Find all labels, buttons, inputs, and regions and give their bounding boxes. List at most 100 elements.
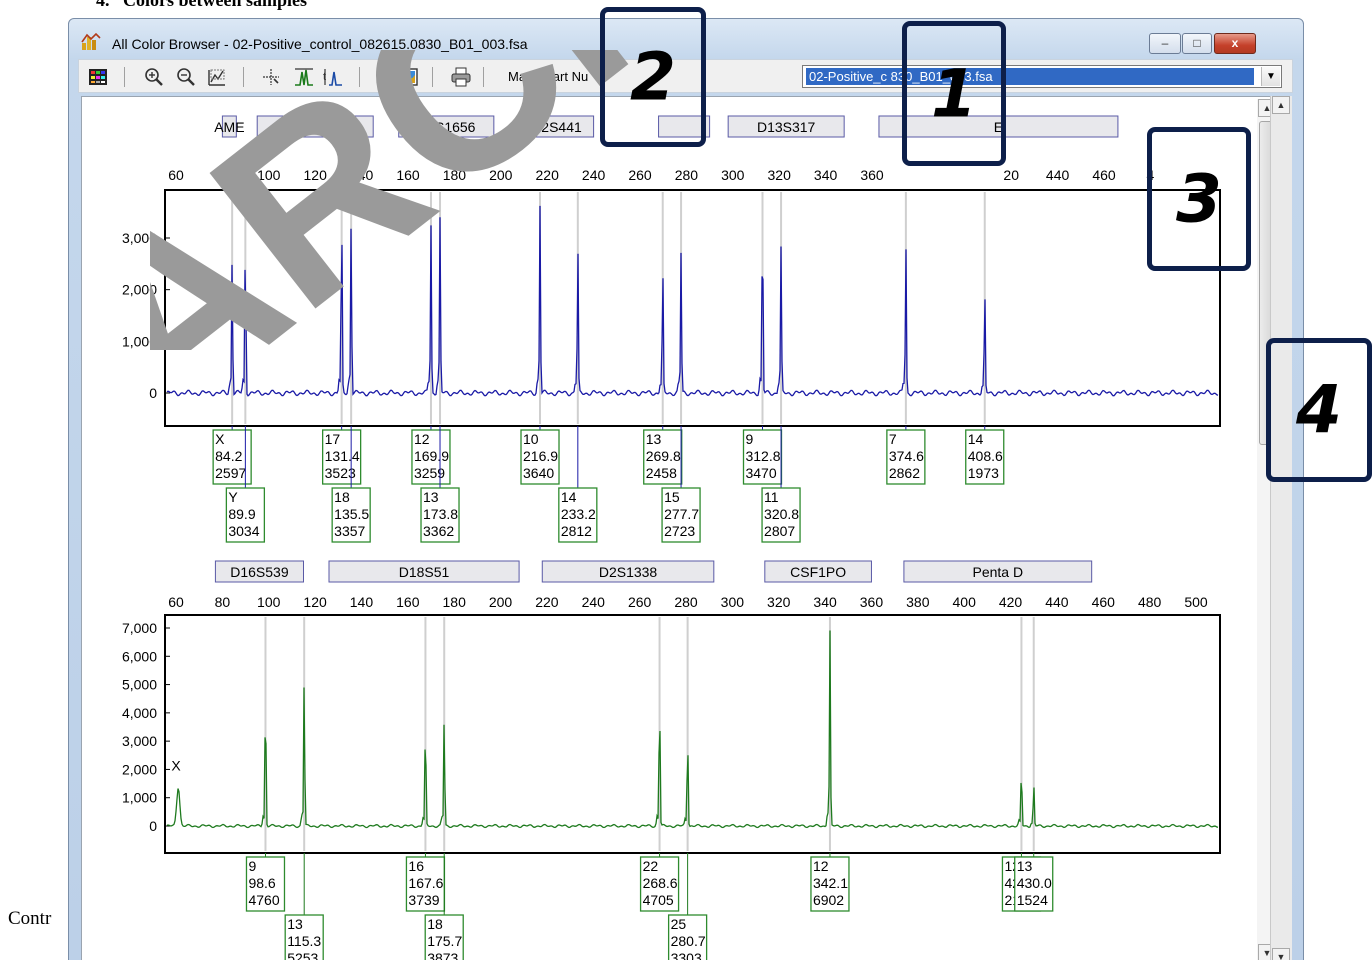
maximize-button[interactable]: □ — [1182, 33, 1212, 54]
peak-height: 3259 — [414, 465, 445, 481]
peak-size: 312.8 — [745, 448, 780, 464]
y-tick-label: 1,000 — [122, 790, 157, 806]
y-tick-label: 4,000 — [122, 705, 157, 721]
peak-height: 2807 — [764, 523, 795, 539]
x-tick-label: 140 — [350, 167, 374, 183]
locus-marker-label: D3S1358 — [286, 119, 345, 135]
peak-allele: 9 — [248, 858, 256, 874]
toolbar-separator — [243, 67, 244, 87]
peak-allele: 13 — [423, 489, 439, 505]
peak-size: 277.7 — [664, 506, 699, 522]
x-tick-label: 60 — [168, 594, 184, 610]
y-tick-label: 6,000 — [122, 648, 157, 664]
document-heading: 4. Colors between samples — [96, 0, 307, 10]
color-grid-icon[interactable] — [87, 66, 109, 88]
x-tick-label: 80 — [215, 167, 231, 183]
peak-height: 2458 — [646, 465, 677, 481]
y-tick-label: 3,000 — [122, 733, 157, 749]
x-tick-label: 380 — [906, 594, 930, 610]
peak-height: 3470 — [745, 465, 776, 481]
x-tick-label: 240 — [582, 594, 606, 610]
peak-size: 175.7 — [427, 933, 462, 949]
y-tick-label: 2,000 — [122, 282, 157, 298]
blue-dye-panel: AME D3S1358 D1S1656 D2S441 D13S317 E60 80 100 12… — [122, 115, 1221, 543]
x-tick-label: 400 — [953, 594, 977, 610]
x-tick-label: 360 — [860, 594, 884, 610]
x-tick-label: 280 — [674, 594, 698, 610]
x-tick-label: 160 — [396, 167, 420, 183]
peak-height: 2862 — [889, 465, 920, 481]
peak-size: 173.8 — [423, 506, 458, 522]
window-scrollbar[interactable]: ▲ ▼ — [1270, 96, 1292, 960]
scroll-up-icon[interactable]: ▲ — [1272, 96, 1290, 114]
export-image-icon[interactable] — [397, 66, 419, 88]
x-tick-label: 120 — [304, 167, 328, 183]
peak-size: 89.9 — [228, 506, 255, 522]
chevron-down-icon[interactable]: ▼ — [1261, 67, 1280, 86]
annotation-label: 2 — [630, 38, 676, 116]
peak-height: 3034 — [228, 523, 259, 539]
peak-height: 1524 — [1017, 892, 1048, 908]
locus-marker-label: Penta D — [972, 564, 1023, 580]
peak-allele: 22 — [643, 858, 659, 874]
peak-height: 3357 — [334, 523, 365, 539]
peak-size: 131.4 — [325, 448, 360, 464]
locus-marker-label: D13S317 — [757, 119, 816, 135]
x-tick-label: 100 — [257, 594, 281, 610]
window-title: All Color Browser - 02-Positive_control_… — [112, 36, 528, 52]
y-tick-label: 3,000 — [122, 230, 157, 246]
peak-size: 342.1 — [813, 875, 848, 891]
x-tick-label: 500 — [1184, 594, 1208, 610]
peak-size: 167.6 — [408, 875, 443, 891]
locus-marker-label: D2S441 — [531, 119, 582, 135]
peak-size: 408.6 — [968, 448, 1003, 464]
peak-height: 2723 — [664, 523, 695, 539]
peak-allele: 13 — [287, 916, 303, 932]
x-tick-label: 440 — [1046, 167, 1070, 183]
crosshair-icon[interactable] — [260, 66, 282, 88]
all-color-browser-window: All Color Browser - 02-Positive_control_… — [68, 18, 1304, 960]
scroll-down-icon[interactable]: ▼ — [1272, 948, 1290, 960]
app-icon — [81, 33, 101, 50]
chart-area[interactable]: AME D3S1358 D1S1656 D2S441 D13S317 E 60 80 100 12… — [81, 96, 1291, 960]
document-footer-text: Contr — [8, 908, 52, 929]
green-dye-panel: D16S539 D18S51 D2S1338 CSF1PO Penta D 60 80 100… — [122, 560, 1221, 960]
close-button[interactable]: x — [1214, 33, 1256, 54]
peak-allele: 12 — [414, 431, 430, 447]
print-icon[interactable] — [450, 66, 472, 88]
peak-size: 430.0 — [1017, 875, 1052, 891]
x-tick-label: 100 — [257, 167, 281, 183]
electropherogram-panels: AME D3S1358 D1S1656 D2S441 D13S317 E60 80 100 12… — [122, 115, 1221, 960]
peak-size: 280.7 — [671, 933, 706, 949]
x-tick-label: 300 — [721, 167, 745, 183]
peak-height: 3640 — [523, 465, 554, 481]
minimize-button[interactable]: – — [1149, 33, 1181, 54]
zoom-reset-icon[interactable] — [206, 66, 228, 88]
x-tick-label: 180 — [443, 594, 467, 610]
file-select[interactable]: 02-Positive_c 830_B01_003.fsa ▼ — [802, 65, 1282, 88]
plot-frame — [164, 189, 1221, 427]
peak-allele: 10 — [523, 431, 539, 447]
x-tick-label: 460 — [1092, 167, 1116, 183]
peak-select-icon[interactable] — [293, 66, 315, 88]
x-tick-label: 440 — [1045, 594, 1069, 610]
peak-allele: 16 — [408, 858, 424, 874]
peak-allele: 9 — [745, 431, 753, 447]
peak-height: 3362 — [423, 523, 454, 539]
y-tick-label: 1,000 — [122, 333, 157, 349]
peak-allele: 13 — [646, 431, 662, 447]
peak-size: 320.8 — [764, 506, 799, 522]
locus-marker-label: AME — [214, 119, 244, 135]
zoom-in-icon[interactable] — [143, 66, 165, 88]
peak-height: 4705 — [643, 892, 674, 908]
peak-size: 169.9 — [414, 448, 449, 464]
max-chart-number-label: Max Chart Nu — [508, 69, 589, 84]
peak-label-icon[interactable]: t — [322, 66, 344, 88]
y-tick-label: 5,000 — [122, 677, 157, 693]
annotation-label: 1 — [931, 55, 977, 132]
peak-allele: 12 — [813, 858, 829, 874]
peak-size: 268.6 — [643, 875, 678, 891]
zoom-out-icon[interactable] — [175, 66, 197, 88]
peak-height: 1973 — [968, 465, 999, 481]
x-tick-label: 80 — [215, 594, 231, 610]
